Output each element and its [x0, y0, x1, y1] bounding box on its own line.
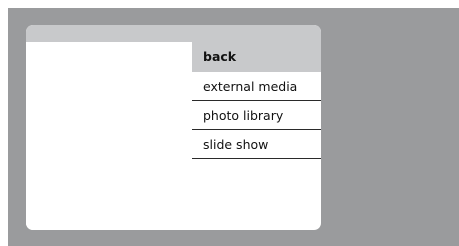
- preview-pane: [26, 42, 192, 230]
- menu-window: back external media photo library slide …: [26, 25, 321, 230]
- options-menu: back external media photo library slide …: [192, 42, 321, 159]
- window-title-bar: [26, 25, 321, 42]
- screen-background: back external media photo library slide …: [8, 8, 459, 246]
- menu-item-photo-library[interactable]: photo library: [192, 101, 321, 130]
- menu-item-external-media[interactable]: external media: [192, 72, 321, 101]
- menu-item-slide-show[interactable]: slide show: [192, 130, 321, 159]
- menu-item-back[interactable]: back: [192, 42, 321, 72]
